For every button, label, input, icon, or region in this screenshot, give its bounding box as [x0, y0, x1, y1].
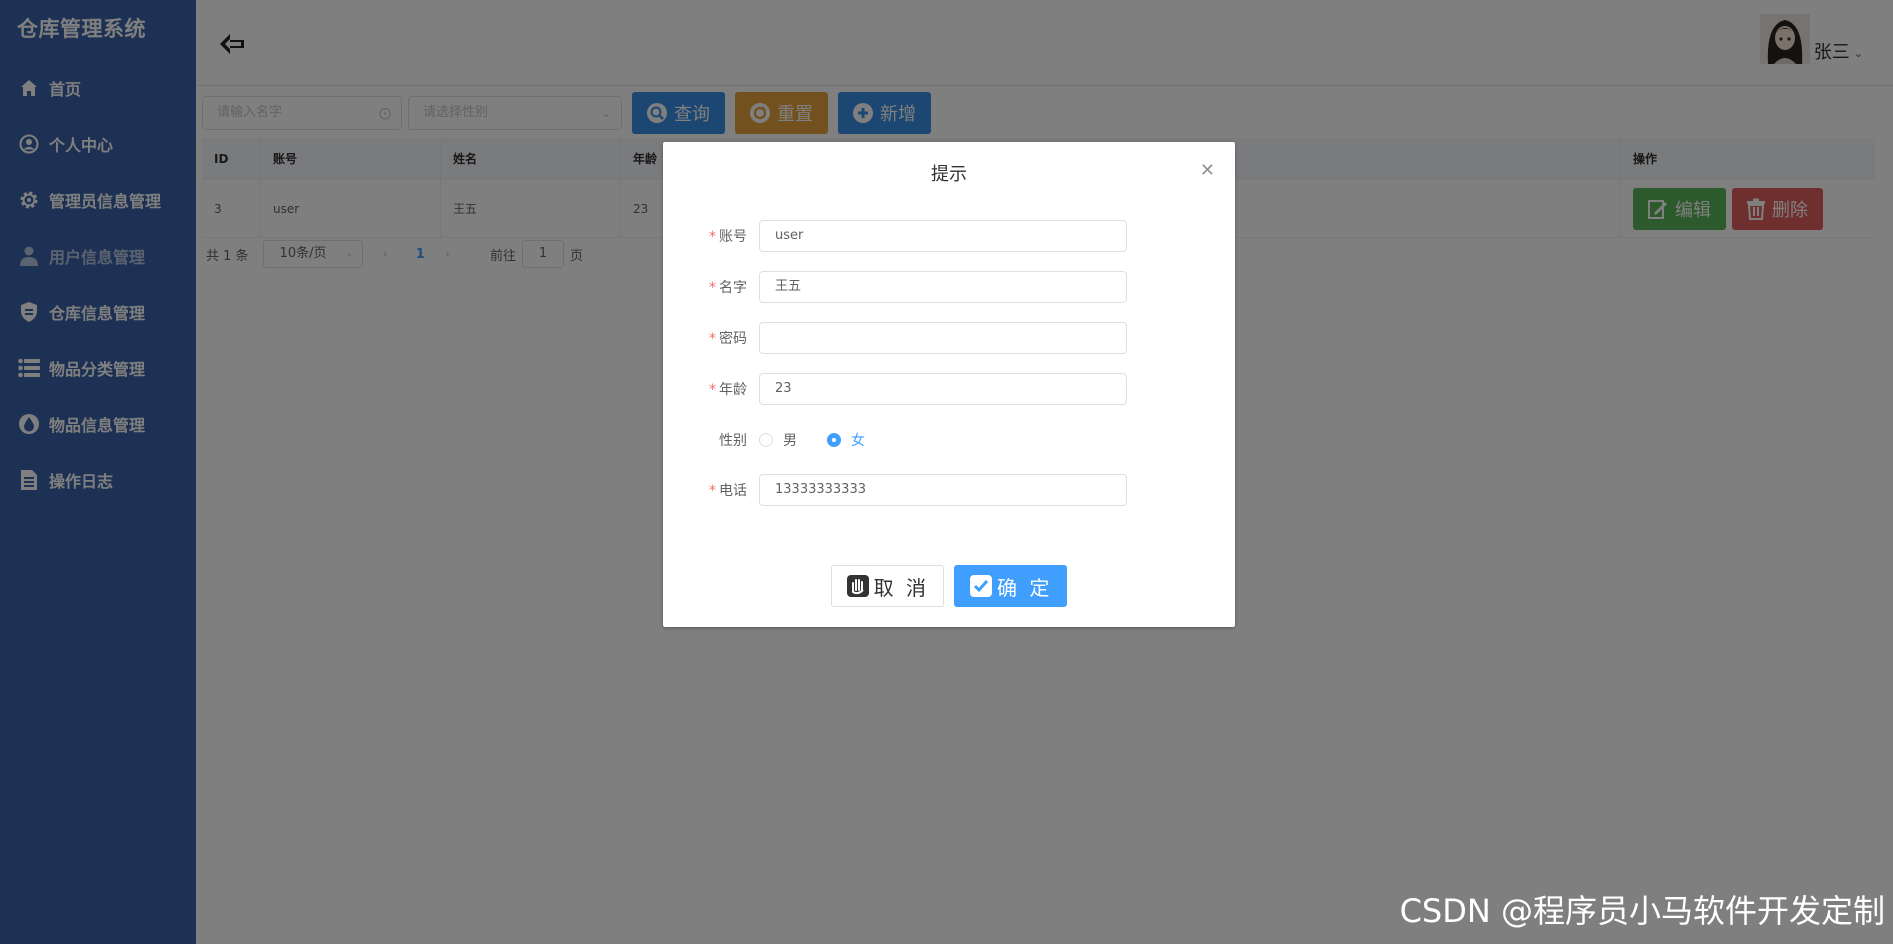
form-row-age: * 年龄 23 [663, 373, 1235, 405]
radio-circle[interactable] [759, 433, 773, 447]
phone-field[interactable]: 13333333333 [759, 474, 1127, 506]
name-label-text: 名字 [719, 280, 747, 296]
confirm-button-label: 确 定 [997, 575, 1053, 600]
phone-label-text: 电话 [719, 483, 747, 499]
dialog-footer: 取 消 确 定 [663, 565, 1235, 607]
form-label-phone: * 电话 [709, 483, 747, 499]
sex-radio-group: 男 女 [759, 430, 895, 450]
radio-female-label[interactable]: 女 [851, 430, 865, 450]
edit-user-dialog: 提示 ✕ * 账号 user * 名字 王五 * 密码 * 年龄 23 性别 男 女 *… [663, 142, 1235, 627]
radio-male[interactable]: 男 [759, 430, 797, 450]
check-icon [970, 575, 992, 597]
form-label-name: * 名字 [709, 280, 747, 296]
radio-circle-checked[interactable] [827, 433, 841, 447]
password-field[interactable] [759, 322, 1127, 354]
form-row-account: * 账号 user [663, 220, 1235, 252]
form-row-password: * 密码 [663, 322, 1235, 354]
age-label-text: 年龄 [719, 382, 747, 398]
account-label-text: 账号 [719, 229, 747, 245]
watermark: CSDN @程序员小马软件开发定制 [1399, 892, 1885, 930]
password-label-text: 密码 [719, 331, 747, 347]
form-label-sex: 性别 [719, 433, 747, 449]
form-label-account: * 账号 [709, 229, 747, 245]
name-field[interactable]: 王五 [759, 271, 1127, 303]
radio-male-label[interactable]: 男 [783, 430, 797, 450]
cancel-button-label: 取 消 [873, 575, 929, 600]
dialog-title: 提示 [931, 164, 967, 185]
age-field[interactable]: 23 [759, 373, 1127, 405]
hand-icon [846, 575, 869, 597]
form-label-password: * 密码 [709, 331, 747, 347]
confirm-button[interactable]: 确 定 [954, 565, 1068, 607]
form-row-name: * 名字 王五 [663, 271, 1235, 303]
cancel-button[interactable]: 取 消 [830, 565, 944, 607]
close-icon[interactable]: ✕ [1200, 160, 1215, 181]
radio-female[interactable]: 女 [827, 430, 865, 450]
form-label-age: * 年龄 [709, 382, 747, 398]
form-row-sex: 性别 男 女 [663, 424, 1235, 456]
form-row-phone: * 电话 13333333333 [663, 474, 1235, 506]
account-field[interactable]: user [759, 220, 1127, 252]
